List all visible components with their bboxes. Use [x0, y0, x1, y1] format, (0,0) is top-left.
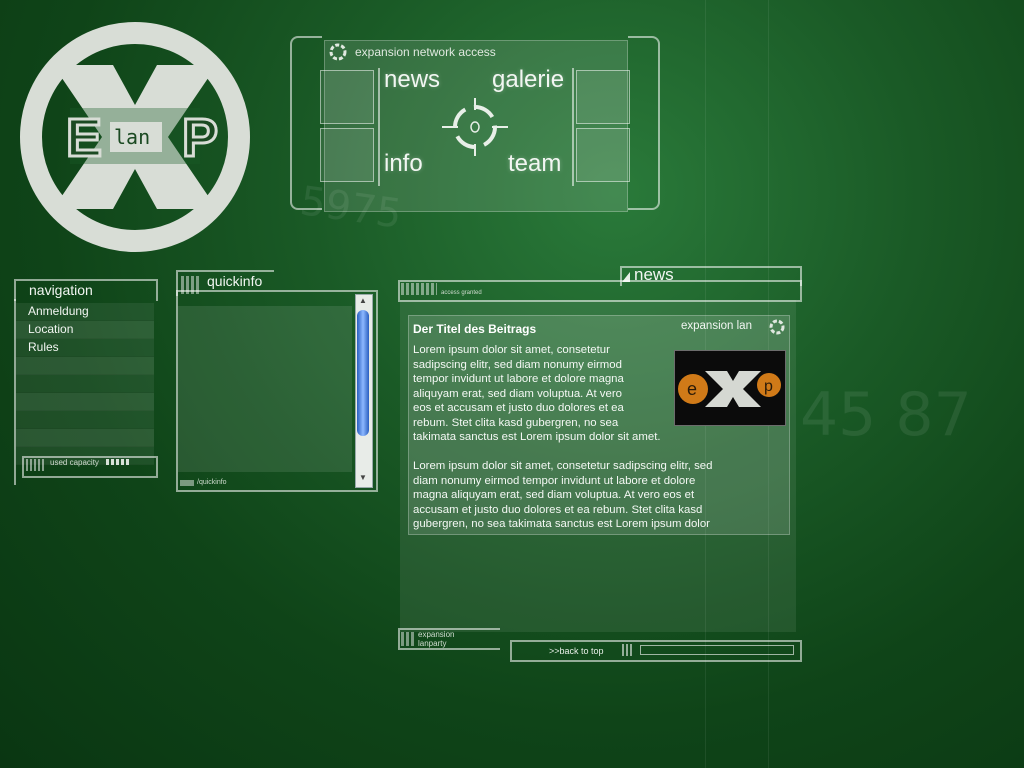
- ring-icon: [769, 319, 785, 335]
- svg-text:e: e: [687, 379, 697, 399]
- navigation-list: Anmeldung Location Rules: [16, 303, 154, 465]
- article-paragraph-1: Lorem ipsum dolor sit amet, consetetur s…: [413, 343, 661, 445]
- quickinfo-title: quickinfo: [207, 273, 263, 289]
- footer-bar-slot: [640, 645, 794, 655]
- grid-icon: [401, 283, 437, 295]
- nav-link-team[interactable]: team: [508, 150, 561, 178]
- nav-item-empty: [16, 429, 154, 447]
- hub-right-bracket: [628, 36, 660, 210]
- site-logo[interactable]: E P lan: [18, 20, 252, 254]
- nav-link-galerie[interactable]: galerie: [492, 66, 564, 94]
- svg-text:p: p: [764, 378, 773, 395]
- text-line: Lorem ipsum dolor sit amet, consetetur: [413, 344, 610, 356]
- crosshair-icon: [442, 98, 508, 156]
- svg-text:P: P: [182, 108, 218, 168]
- grid-icon: [26, 459, 46, 471]
- nav-item-empty: [16, 357, 154, 375]
- nav-item-location[interactable]: Location: [16, 321, 154, 339]
- footer-label-2: lanparty: [418, 639, 447, 648]
- text-line: sadipscing elitr, sed diam nonumy eirmod: [413, 358, 622, 371]
- nav-item-empty: [16, 411, 154, 429]
- nav-item-empty: [16, 375, 154, 393]
- scroll-thumb[interactable]: [357, 310, 369, 436]
- article-title: Der Titel des Beitrags: [413, 322, 537, 336]
- ring-icon: [329, 43, 347, 61]
- scroll-up-icon[interactable]: ▲: [357, 296, 369, 306]
- text-line: tempor invidunt ut labore et dolore magn…: [413, 373, 624, 385]
- text-line: takimata sanctus est Lorem ipsum dolor s…: [413, 431, 661, 443]
- galerie-thumbnail[interactable]: [576, 70, 630, 124]
- article-paragraph-2: Lorem ipsum dolor sit amet, consetetur s…: [413, 459, 712, 532]
- hub-title: expansion network access: [355, 45, 496, 59]
- article-image: e p: [674, 350, 786, 426]
- nav-item-empty: [16, 393, 154, 411]
- bg-digits: 45 87: [800, 380, 972, 450]
- text-line: rebum. Stet clita kasd gubergren, no sea: [413, 416, 619, 429]
- navigation-title: navigation: [29, 282, 93, 298]
- text-line: diam nonumy eirmod tempor invidunt ut la…: [413, 474, 696, 487]
- news-thumbnail[interactable]: [320, 70, 374, 124]
- text-line: Lorem ipsum dolor sit amet, consetetur s…: [413, 460, 713, 472]
- text-line: eos et accusam et justo duo dolores et e…: [413, 402, 624, 414]
- quickinfo-footer: /quickinfo: [197, 479, 227, 486]
- capacity-bar: [106, 459, 130, 465]
- back-to-top-link[interactable]: >>back to top: [549, 646, 604, 656]
- grid-icon: [622, 644, 634, 656]
- grid-icon: [401, 632, 415, 646]
- footer-label-1: expansion: [418, 630, 455, 639]
- scroll-down-icon[interactable]: ▼: [357, 473, 369, 483]
- access-status: access granted: [441, 290, 482, 296]
- grid-icon: [180, 480, 194, 486]
- nav-link-info[interactable]: info: [384, 150, 423, 178]
- capacity-label: used capacity: [50, 458, 99, 467]
- nav-item-anmeldung[interactable]: Anmeldung: [16, 303, 154, 321]
- text-line: accusam et justo duo dolores et ea rebum…: [413, 503, 703, 516]
- brand-label: expansion lan: [681, 320, 752, 332]
- text-line: gubergren, no sea takimata sanctus est L…: [413, 518, 710, 530]
- hub-divider: [572, 68, 574, 186]
- nav-item-rules[interactable]: Rules: [16, 339, 154, 357]
- text-line: magna aliquyam erat, sed diam voluptua. …: [413, 489, 695, 501]
- navigation-left-edge: [14, 299, 16, 485]
- team-thumbnail[interactable]: [576, 128, 630, 182]
- quickinfo-content: [178, 306, 352, 472]
- logo-text: lan: [114, 125, 150, 149]
- text-line: aliquyam erat, sed diam voluptua. At ver…: [413, 387, 622, 400]
- hub-left-bracket: [290, 36, 322, 210]
- svg-text:E: E: [66, 108, 102, 168]
- info-thumbnail[interactable]: [320, 128, 374, 182]
- nav-link-news[interactable]: news: [384, 66, 440, 94]
- hub-divider: [378, 68, 380, 186]
